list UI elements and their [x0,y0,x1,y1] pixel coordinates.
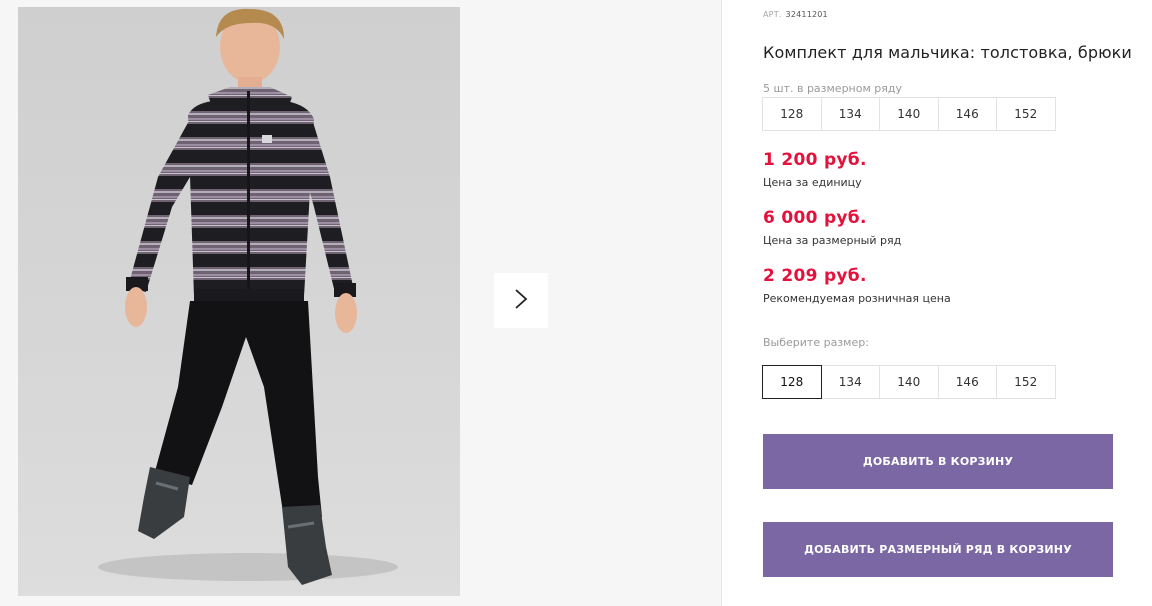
product-photo [18,7,460,596]
choose-size-label: Выберите размер: [763,336,869,349]
size-selector: 128 134 140 146 152 [762,365,1056,399]
range-price: 6 000 руб. [763,208,867,228]
product-gallery [0,0,722,606]
retail-price-caption: Рекомендуемая розничная цена [763,292,951,305]
size-option-146[interactable]: 146 [937,365,997,399]
add-size-range-to-cart-button[interactable]: ДОБАВИТЬ РАЗМЕРНЫЙ РЯД В КОРЗИНУ [763,522,1113,577]
article-number: АРТ. 32411201 [763,10,828,19]
size-range-item: 128 [762,97,822,131]
product-info-panel: АРТ. 32411201 Комплект для мальчика: толс… [762,0,1152,606]
size-option-152[interactable]: 152 [996,365,1056,399]
size-option-140[interactable]: 140 [879,365,939,399]
article-label: АРТ. [763,10,782,19]
article-value: 32411201 [785,10,828,19]
range-price-caption: Цена за размерный ряд [763,234,902,247]
unit-price-caption: Цена за единицу [763,176,862,189]
add-to-cart-button[interactable]: ДОБАВИТЬ В КОРЗИНУ [763,434,1113,489]
size-option-134[interactable]: 134 [820,365,880,399]
size-range-item: 146 [937,97,997,131]
size-range-item: 152 [996,97,1056,131]
chevron-right-icon [513,288,529,313]
product-title: Комплект для мальчика: толстовка, брюки [763,43,1132,62]
gallery-next-button[interactable] [494,273,548,328]
size-option-128[interactable]: 128 [762,365,822,399]
retail-price: 2 209 руб. [763,266,867,286]
unit-price: 1 200 руб. [763,150,867,170]
size-range-list: 128 134 140 146 152 [762,97,1056,131]
size-range-item: 140 [879,97,939,131]
size-range-item: 134 [820,97,880,131]
size-range-label: 5 шт. в размерном ряду [763,82,902,95]
